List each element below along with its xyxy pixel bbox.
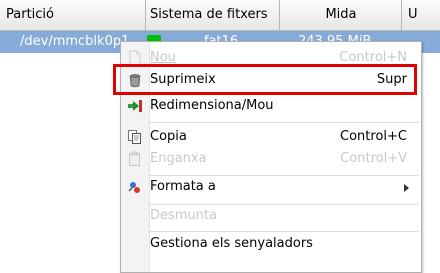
menu-item-resize-move[interactable]: Redimensiona/Mou: [121, 95, 421, 117]
menu-item-unmount[interactable]: Desmunta: [121, 205, 421, 227]
paste-icon: [127, 151, 143, 167]
menu-item-manage-flags[interactable]: Gestiona els senyaladors: [121, 233, 421, 255]
column-header-filesystem[interactable]: Sistema de fitxers: [146, 0, 280, 30]
format-icon: [127, 179, 143, 195]
column-header-size[interactable]: Mida: [280, 0, 402, 30]
column-header-used[interactable]: U: [402, 0, 440, 30]
menu-separator: [149, 122, 419, 123]
partition-name: /dev/mmcblk0p1: [20, 34, 130, 49]
submenu-arrow-icon: [404, 184, 409, 192]
menu-item-format-as[interactable]: Formata a: [121, 176, 421, 198]
table-header: Partició Sistema de fitxers Mida U: [0, 0, 440, 31]
menu-separator: [149, 231, 419, 232]
menu-item-paste[interactable]: Enganxa Control+V: [121, 148, 421, 170]
column-header-partition[interactable]: Partició: [0, 0, 146, 30]
resize-move-icon: [127, 98, 143, 114]
menu-item-copy[interactable]: Copia Control+C: [121, 126, 421, 148]
highlight-box: [113, 64, 417, 95]
copy-icon: [127, 129, 143, 145]
